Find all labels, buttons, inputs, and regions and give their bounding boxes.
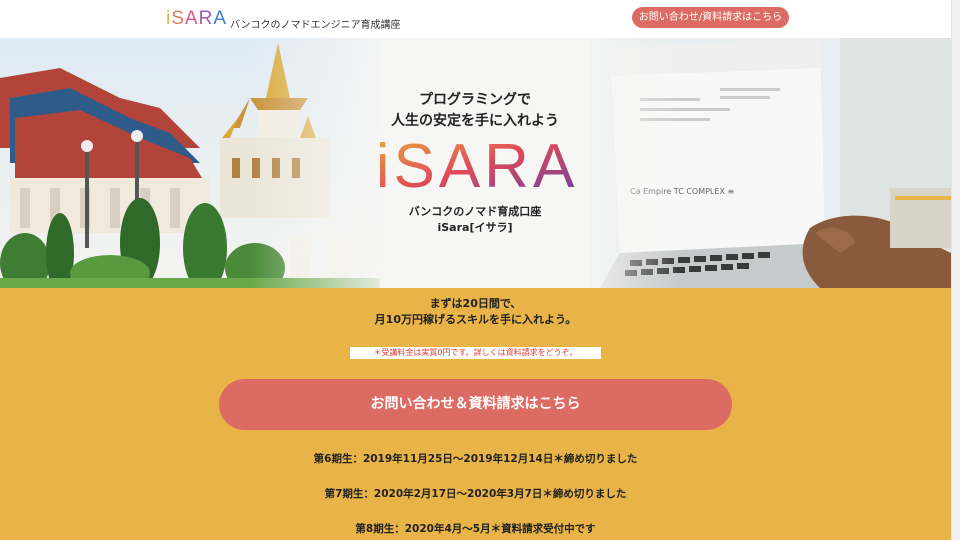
hero-fade-right bbox=[560, 38, 680, 288]
isara-hero-logo: iSARA bbox=[380, 133, 575, 195]
isara-logo[interactable]: iSARA bbox=[166, 8, 227, 30]
top-bar: iSARA バンコクのノマドエンジニア育成講座 お問い合わせ/資料請求はこちら bbox=[0, 0, 960, 38]
course-info-section: まずは20日間で、 月10万円稼げるスキルを手に入れよう。 ＊受講料金は実質0円… bbox=[0, 288, 951, 540]
logo-letter: S bbox=[171, 8, 185, 29]
cohort-term: 第8期生：2020年4月〜5月＊資料請求受付中です bbox=[355, 523, 596, 535]
hero-fade-left bbox=[250, 38, 400, 288]
hero-subtitle-line: バンコクのノマド育成口座 bbox=[408, 205, 542, 218]
site-tagline: バンコクのノマドエンジニア育成講座 bbox=[230, 20, 401, 31]
logo-letter: R bbox=[198, 8, 214, 29]
logo-letter: A bbox=[184, 8, 199, 29]
logo-letter: A bbox=[213, 8, 228, 29]
hero-logo-text: iSARA bbox=[380, 133, 575, 195]
intro-text: まずは20日間で、 月10万円稼げるスキルを手に入れよう。 bbox=[300, 296, 651, 328]
page-scrollbar[interactable] bbox=[951, 0, 960, 540]
hero-subtitle-line: iSara[イサラ] bbox=[437, 221, 513, 234]
hero-heading-line: 人生の安定を手に入れよう bbox=[391, 113, 559, 129]
contact-cta-button[interactable]: お問い合わせ＆資料請求はこちら bbox=[219, 379, 732, 430]
hero-section: Cǝ Empire TC COMPLEX ≡ プログラミングで 人生の安定を手に… bbox=[0, 38, 951, 288]
intro-line: 月10万円稼げるスキルを手に入れよう。 bbox=[374, 313, 577, 326]
fee-note: ＊受講料金は実質0円です。詳しくは資料請求をどうぞ。 bbox=[350, 347, 601, 359]
hero-heading: プログラミングで 人生の安定を手に入れよう bbox=[360, 90, 590, 132]
intro-line: まずは20日間で、 bbox=[429, 297, 522, 310]
hero-heading-line: プログラミングで bbox=[419, 92, 531, 108]
cohort-term: 第6期生：2019年11月25日〜2019年12月14日＊締め切りました bbox=[313, 453, 638, 465]
cohort-term: 第7期生：2020年2月17日〜2020年3月7日＊締め切りました bbox=[324, 488, 627, 500]
contact-button-header[interactable]: お問い合わせ/資料請求はこちら bbox=[632, 7, 789, 28]
hero-subtitle: バンコクのノマド育成口座 iSara[イサラ] bbox=[360, 204, 590, 236]
